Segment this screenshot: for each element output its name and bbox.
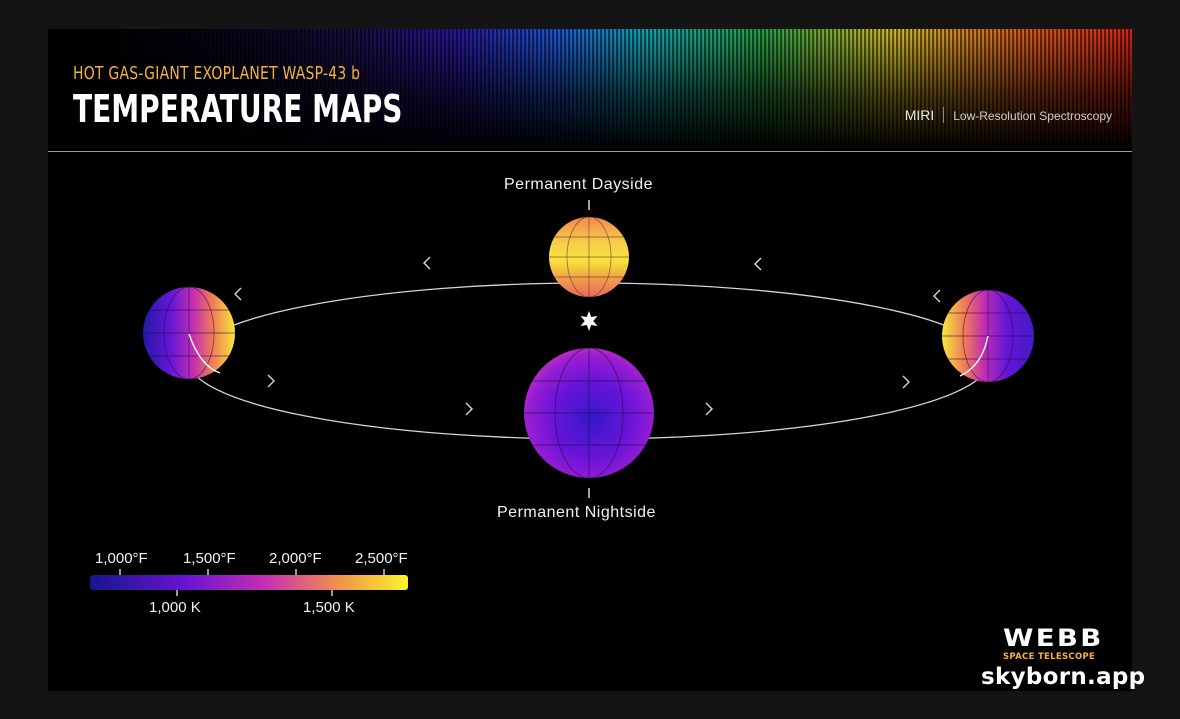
scale-label-f-2000: 2,000°F [269, 550, 322, 567]
arrow-left-icon [754, 257, 762, 271]
arrow-left-icon [933, 289, 941, 303]
arrow-right-icon [465, 402, 473, 416]
arrow-right-icon [267, 374, 275, 388]
star-icon [580, 311, 598, 331]
scale-label-f-1500: 1,500°F [183, 550, 236, 567]
temperature-colorbar [90, 575, 408, 590]
left-quadrature-planet [143, 287, 235, 379]
scale-label-f-2500: 2,500°F [355, 550, 408, 567]
webb-logo: WEBB SPACE TELESCOPE [1003, 625, 1101, 662]
infographic-panel: HOT GAS-GIANT EXOPLANET WASP-43 b TEMPER… [48, 29, 1132, 691]
arrow-right-icon [705, 402, 713, 416]
temperature-scale [90, 569, 408, 596]
arrow-right-icon [902, 375, 910, 389]
watermark: skyborn.app [981, 664, 1146, 690]
scale-label-k-1000: 1,000 K [149, 599, 201, 616]
dayside-planet [549, 217, 629, 297]
right-quadrature-planet [942, 290, 1034, 382]
arrow-left-icon [234, 287, 242, 301]
scale-label-k-1500: 1,500 K [303, 599, 355, 616]
nightside-label: Permanent Nightside [497, 504, 656, 521]
orbit-diagram [90, 200, 1034, 596]
arrow-left-icon [423, 256, 431, 270]
nightside-planet [524, 348, 654, 478]
webb-logo-word: WEBB [1003, 624, 1104, 652]
dayside-label: Permanent Dayside [504, 176, 654, 193]
scale-label-f-1000: 1,000°F [95, 550, 148, 567]
webb-logo-subtitle: SPACE TELESCOPE [1003, 652, 1096, 662]
